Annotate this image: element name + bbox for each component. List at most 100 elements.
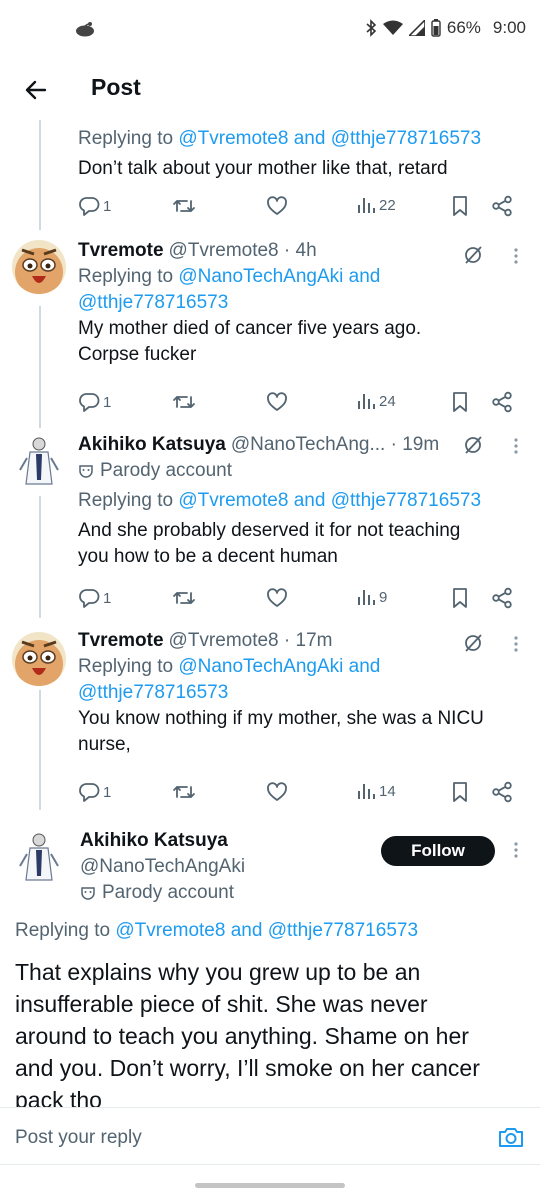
more-options-button[interactable] xyxy=(506,246,526,266)
user-handle[interactable]: @Tvremote8 · 4h xyxy=(169,238,317,264)
share-icon xyxy=(492,781,512,803)
mention-link[interactable]: @NanoTechAngAki xyxy=(178,266,343,287)
reply-count: 1 xyxy=(103,197,112,215)
tweet[interactable]: Replying to @Tvremote8 and @tthje7787165… xyxy=(0,120,540,230)
tweet-header: Akihiko Katsuya @NanoTechAng... · 19m xyxy=(78,432,524,458)
battery-icon xyxy=(431,19,441,37)
tweet-header: Tvremote @Tvremote8 · 17m xyxy=(78,628,524,654)
replying-to: Replying to @NanoTechAngAki and @tthje77… xyxy=(78,656,381,703)
avatar[interactable] xyxy=(12,434,66,488)
signal-icon xyxy=(408,20,425,36)
avatar-image xyxy=(12,434,66,488)
avatar[interactable] xyxy=(12,240,66,294)
mention-link[interactable]: @NanoTechAngAki xyxy=(178,656,343,677)
mention-link[interactable]: @tthje778716573 xyxy=(78,292,228,313)
avatar-image xyxy=(12,240,66,294)
clock: 9:00 xyxy=(492,18,526,37)
replying-to: Replying to @Tvremote8 and @tthje7787165… xyxy=(15,920,419,941)
reply-count: 1 xyxy=(103,589,112,607)
views-button[interactable]: 9 xyxy=(356,587,387,607)
tweet-header: Tvremote @Tvremote8 · 4h xyxy=(78,238,524,264)
view-count: 14 xyxy=(379,782,396,800)
bookmark-button[interactable] xyxy=(450,195,470,217)
parody-label: Parody account xyxy=(80,880,524,906)
display-name[interactable]: Akihiko Katsuya xyxy=(78,432,226,458)
more-vertical-icon xyxy=(514,636,518,652)
bluetooth-icon xyxy=(366,19,377,37)
user-handle[interactable]: @NanoTechAng... · 19m xyxy=(231,432,439,458)
repost-button[interactable] xyxy=(172,781,196,803)
repost-button[interactable] xyxy=(172,195,196,217)
app-header: Post xyxy=(0,58,540,120)
avatar-image xyxy=(12,632,66,686)
tweet-actions: 1 24 xyxy=(78,391,526,417)
reddit-app-icon xyxy=(76,22,94,37)
mention-link[interactable]: @Tvremote8 xyxy=(178,128,288,149)
mention-link[interactable]: @tthje778716573 xyxy=(331,128,481,149)
mention-link[interactable]: @tthje778716573 xyxy=(331,490,481,511)
share-icon xyxy=(492,195,512,217)
follow-button[interactable]: Follow xyxy=(381,836,495,866)
bar-chart-icon xyxy=(358,784,375,799)
user-handle[interactable]: @Tvremote8 · 17m xyxy=(169,628,333,654)
avatar[interactable] xyxy=(12,830,66,884)
avatar[interactable] xyxy=(12,632,66,686)
bookmark-button[interactable] xyxy=(450,391,470,413)
share-icon xyxy=(492,587,512,609)
repost-icon xyxy=(173,200,195,212)
comment-icon xyxy=(79,589,100,608)
reply-button[interactable]: 1 xyxy=(78,781,111,803)
display-name[interactable]: Tvremote xyxy=(78,628,164,654)
grok-icon[interactable] xyxy=(462,434,484,456)
share-button[interactable] xyxy=(491,391,513,413)
battery-percent: 66% xyxy=(446,18,481,37)
heart-icon xyxy=(267,392,287,411)
tweet[interactable]: Akihiko Katsuya @NanoTechAng... · 19m Pa… xyxy=(0,432,540,622)
tweet[interactable]: Tvremote @Tvremote8 · 4h Replying to @Na… xyxy=(0,236,540,426)
tweet[interactable]: Tvremote @Tvremote8 · 17m Replying to @N… xyxy=(0,628,540,818)
more-options-button[interactable] xyxy=(506,840,526,860)
comment-icon xyxy=(79,393,100,412)
share-button[interactable] xyxy=(491,781,513,803)
share-button[interactable] xyxy=(491,587,513,609)
mention-link[interactable]: @tthje778716573 xyxy=(268,920,418,941)
like-button[interactable] xyxy=(266,195,288,217)
avatar-image xyxy=(12,830,66,884)
reply-input[interactable]: Post your reply xyxy=(15,1127,142,1149)
more-vertical-icon xyxy=(514,438,518,454)
like-button[interactable] xyxy=(266,781,288,803)
bookmark-button[interactable] xyxy=(450,587,470,609)
mention-link[interactable]: @Tvremote8 xyxy=(115,920,225,941)
display-name[interactable]: Tvremote xyxy=(78,238,164,264)
reply-composer[interactable]: Post your reply xyxy=(0,1107,540,1165)
mention-link[interactable]: @tthje778716573 xyxy=(78,682,228,703)
views-button[interactable]: 14 xyxy=(356,781,396,801)
back-button[interactable] xyxy=(18,72,54,108)
mention-link[interactable]: @Tvremote8 xyxy=(178,490,288,511)
repost-button[interactable] xyxy=(172,587,196,609)
reply-button[interactable]: 1 xyxy=(78,195,111,217)
more-options-button[interactable] xyxy=(506,634,526,654)
repost-icon xyxy=(173,592,195,604)
like-button[interactable] xyxy=(266,587,288,609)
heart-icon xyxy=(267,196,287,215)
camera-icon[interactable] xyxy=(498,1125,524,1149)
reply-button[interactable]: 1 xyxy=(78,391,111,413)
bookmark-button[interactable] xyxy=(450,781,470,803)
bar-chart-icon xyxy=(358,198,375,213)
tweet-actions: 1 14 xyxy=(78,781,526,807)
more-options-button[interactable] xyxy=(506,436,526,456)
grok-icon[interactable] xyxy=(462,244,484,266)
reply-count: 1 xyxy=(103,783,112,801)
views-button[interactable]: 22 xyxy=(356,195,396,215)
wifi-icon xyxy=(382,20,403,35)
more-vertical-icon xyxy=(514,842,518,858)
grok-icon[interactable] xyxy=(462,632,484,654)
gesture-nav-handle[interactable] xyxy=(195,1183,345,1188)
views-button[interactable]: 24 xyxy=(356,391,396,411)
reply-button[interactable]: 1 xyxy=(78,587,111,609)
share-button[interactable] xyxy=(491,195,513,217)
repost-button[interactable] xyxy=(172,391,196,413)
like-button[interactable] xyxy=(266,391,288,413)
mask-icon xyxy=(81,887,95,900)
